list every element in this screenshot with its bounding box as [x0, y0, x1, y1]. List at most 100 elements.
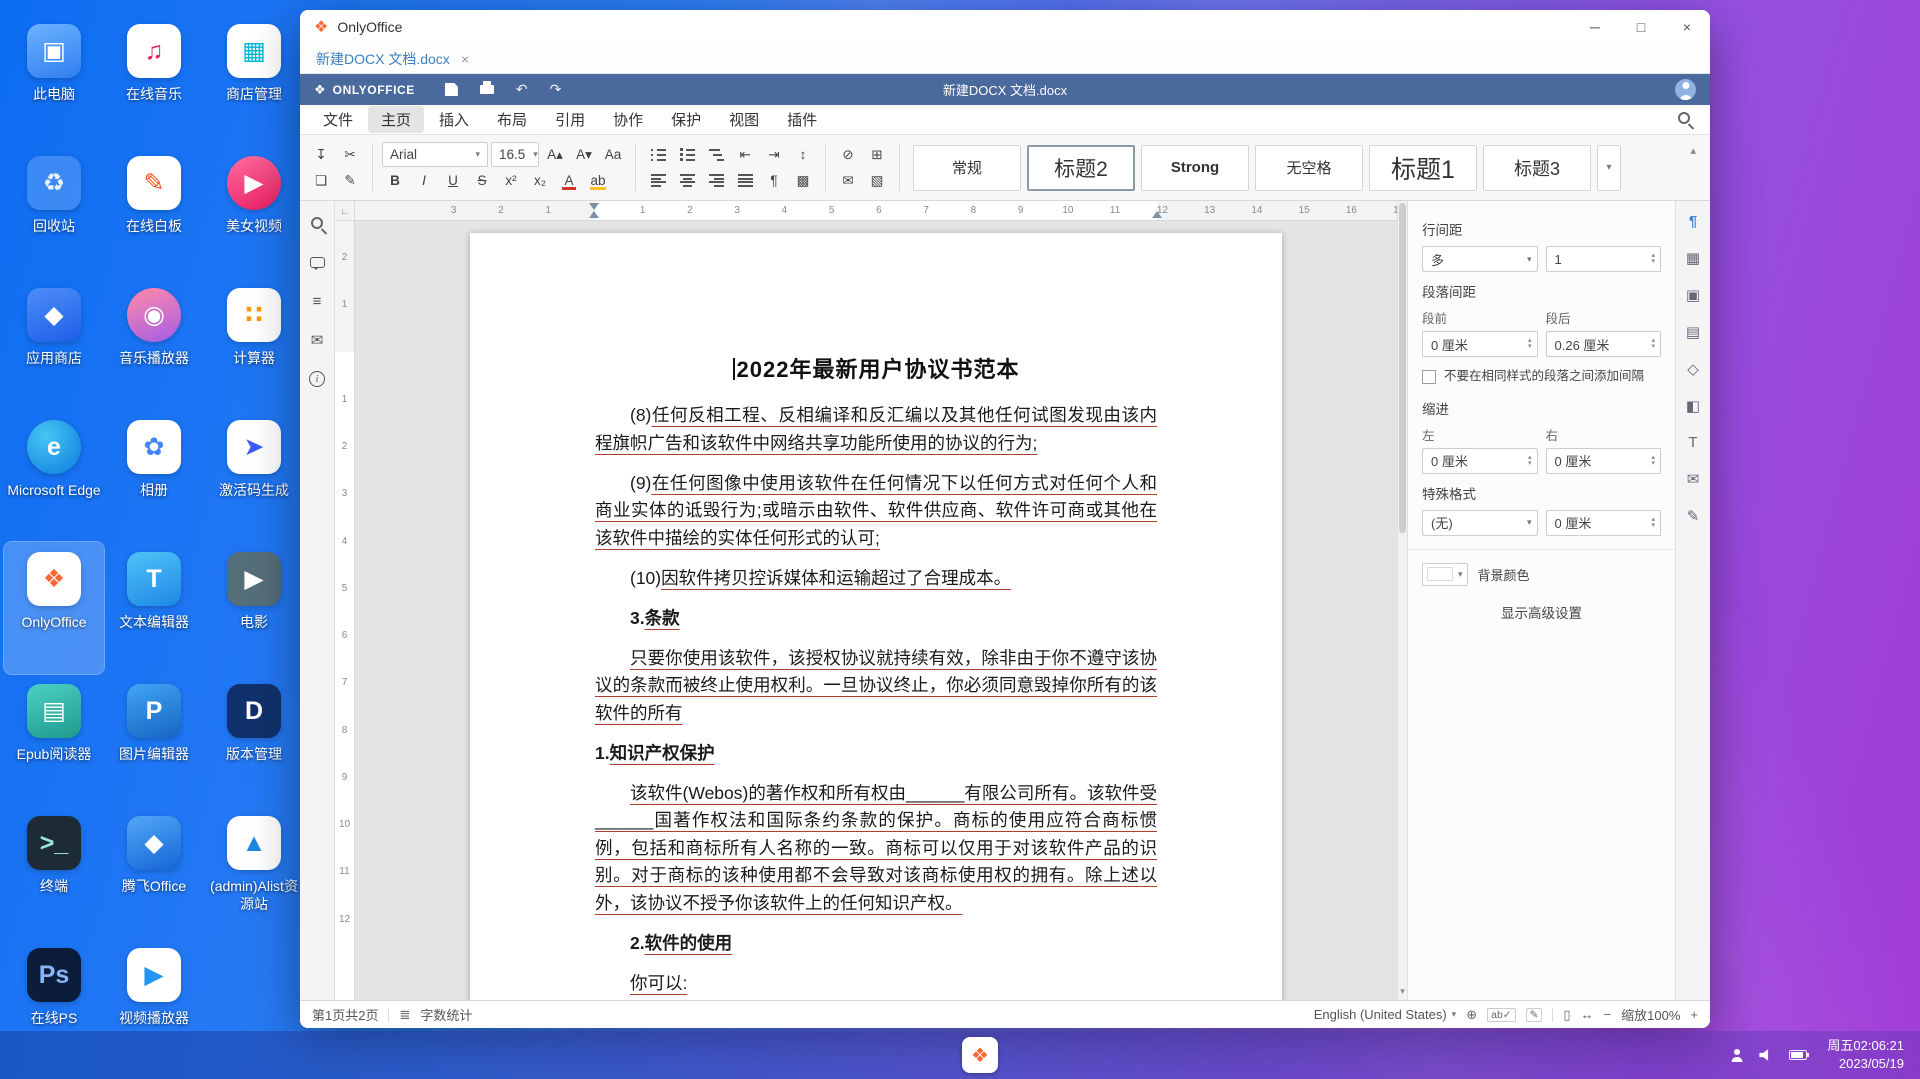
align-center-button[interactable] — [674, 168, 700, 193]
window-titlebar[interactable]: ❖ OnlyOffice ─ □ × — [300, 10, 1710, 44]
style-chip[interactable]: 标题2 — [1027, 145, 1135, 191]
redo-button[interactable]: ↷ — [550, 81, 562, 98]
desktop-icon[interactable]: ▣ 此电脑 — [4, 14, 104, 146]
desktop-icon[interactable]: D 版本管理 — [204, 674, 304, 806]
font-size-select[interactable]: 16.5 ▾ — [491, 142, 539, 167]
ribbon-tab[interactable]: 主页 — [368, 106, 424, 133]
settings-tab-icon[interactable]: ◇ — [1687, 360, 1699, 378]
superscript-button[interactable]: x² — [498, 168, 524, 193]
bold-button[interactable]: B — [382, 168, 408, 193]
copy-button[interactable]: ❏ — [308, 168, 334, 193]
cut-button[interactable]: ✂ — [337, 142, 363, 167]
undo-button[interactable]: ↶ — [516, 81, 528, 98]
settings-tab-icon[interactable]: ▤ — [1686, 323, 1700, 341]
style-chip[interactable]: 无空格 — [1255, 145, 1363, 191]
desktop-icon[interactable]: T 文本编辑器 — [104, 542, 204, 674]
ribbon-tab[interactable]: 文件 — [310, 106, 366, 133]
checkbox[interactable] — [1422, 370, 1436, 384]
indent-left-field[interactable]: 0 厘米 ▴▾ — [1422, 448, 1538, 474]
document-page[interactable]: 2022年最新用户协议书范本 (8)任何反相工程、反相编译和反汇编以及其他任何试… — [470, 233, 1282, 1000]
background-color-picker[interactable]: ▾ — [1422, 563, 1468, 586]
fit-width-button[interactable]: ↔ — [1581, 1007, 1594, 1022]
navigation-button[interactable]: ≡ — [306, 291, 328, 311]
word-count-button[interactable]: 字数统计 — [420, 1005, 472, 1024]
spinner[interactable]: ▴▾ — [1651, 253, 1655, 265]
tray-battery-icon[interactable] — [1789, 1050, 1807, 1060]
copy-style-button[interactable]: ✎ — [337, 168, 363, 193]
desktop-icon[interactable]: e Microsoft Edge — [4, 410, 104, 542]
ribbon-tab[interactable]: 视图 — [716, 106, 772, 133]
line-spacing-select[interactable]: 多 ▾ — [1422, 246, 1538, 272]
style-chip[interactable]: 常规 — [913, 145, 1021, 191]
advanced-settings-link[interactable]: 显示高级设置 — [1422, 602, 1661, 622]
settings-tab-icon[interactable]: T — [1688, 434, 1697, 451]
document-canvas[interactable]: 2022年最新用户协议书范本 (8)任何反相工程、反相编译和反汇编以及其他任何试… — [355, 221, 1397, 1000]
scroll-down-icon[interactable]: ▾ — [1398, 986, 1407, 997]
change-case-button[interactable]: Aa — [600, 142, 626, 167]
search-button[interactable] — [1678, 111, 1690, 129]
ribbon-tab[interactable]: 插件 — [774, 106, 830, 133]
vertical-scrollbar[interactable]: ▾ — [1397, 201, 1407, 1000]
font-name-select[interactable]: Arial ▾ — [382, 142, 488, 167]
style-chip[interactable]: Strong — [1141, 145, 1249, 191]
indent-right-field[interactable]: 0 厘米 ▴▾ — [1546, 448, 1662, 474]
comments-button[interactable] — [306, 252, 328, 272]
spinner[interactable]: ▴▾ — [1528, 455, 1532, 467]
ribbon-tab[interactable]: 引用 — [542, 106, 598, 133]
settings-tab-icon[interactable]: ▣ — [1686, 286, 1700, 304]
paragraph-shading-button[interactable]: ▩ — [790, 168, 816, 193]
decrease-indent-button[interactable]: ⇤ — [732, 142, 758, 167]
same-style-spacing-option[interactable]: 不要在相同样式的段落之间添加间隔 — [1422, 368, 1661, 385]
font-color-button[interactable]: A — [556, 168, 582, 193]
spinner[interactable]: ▴▾ — [1528, 338, 1532, 350]
borders-button[interactable]: ⊞ — [864, 142, 890, 167]
tab-close-icon[interactable]: × — [461, 51, 469, 67]
ribbon-tab[interactable]: 协作 — [600, 106, 656, 133]
desktop-icon[interactable]: >_ 终端 — [4, 806, 104, 938]
desktop-icon[interactable]: ▦ 商店管理 — [204, 14, 304, 146]
nonprinting-chars-button[interactable]: ¶ — [761, 168, 787, 193]
spinner[interactable]: ▴▾ — [1651, 338, 1655, 350]
tray-volume-icon[interactable] — [1759, 1049, 1773, 1061]
desktop-icon[interactable]: ♫ 在线音乐 — [104, 14, 204, 146]
desktop-icon[interactable]: ▶ 美女视频 — [204, 146, 304, 278]
clear-style-button[interactable]: ⊘ — [835, 142, 861, 167]
user-avatar[interactable] — [1675, 79, 1696, 100]
document-tab[interactable]: 新建DOCX 文档.docx × — [316, 49, 469, 69]
settings-tab-icon[interactable]: ¶ — [1689, 213, 1697, 230]
tray-user-icon[interactable] — [1730, 1049, 1743, 1062]
taskbar-clock[interactable]: 周五02:06:21 2023/05/19 — [1827, 1037, 1904, 1072]
justify-button[interactable] — [732, 168, 758, 193]
increase-indent-button[interactable]: ⇥ — [761, 142, 787, 167]
bullet-list-button[interactable] — [645, 142, 671, 167]
align-left-button[interactable] — [645, 168, 671, 193]
page-indicator[interactable]: 第1页共2页 — [312, 1005, 378, 1024]
horizontal-ruler[interactable]: 3211234567891011121314151617 — [355, 201, 1397, 221]
spellcheck-button[interactable]: ab✓ — [1487, 1008, 1515, 1022]
special-indent-amount-field[interactable]: 0 厘米 ▴▾ — [1546, 510, 1662, 536]
highlight-color-button[interactable]: ab — [585, 168, 611, 193]
desktop-icon[interactable]: P 图片编辑器 — [104, 674, 204, 806]
line-spacing-button[interactable]: ↕ — [790, 142, 816, 167]
first-line-indent-marker[interactable] — [589, 203, 599, 210]
settings-tab-icon[interactable]: ◧ — [1686, 397, 1700, 415]
multilevel-list-button[interactable] — [703, 142, 729, 167]
desktop-icon[interactable]: ✎ 在线白板 — [104, 146, 204, 278]
spinner[interactable]: ▴▾ — [1651, 517, 1655, 529]
close-button[interactable]: × — [1664, 10, 1710, 44]
feedback-button[interactable]: ✉ — [306, 330, 328, 350]
style-chip[interactable]: 标题3 — [1483, 145, 1591, 191]
strikethrough-button[interactable]: S — [469, 168, 495, 193]
zoom-level[interactable]: 缩放100% — [1621, 1005, 1680, 1024]
fit-page-button[interactable]: ▯ — [1563, 1007, 1570, 1023]
zoom-in-button[interactable]: + — [1690, 1007, 1698, 1022]
line-spacing-value-field[interactable]: 1 ▴▾ — [1546, 246, 1662, 272]
settings-tab-icon[interactable]: ▦ — [1686, 249, 1700, 267]
spacing-after-field[interactable]: 0.26 厘米 ▴▾ — [1546, 331, 1662, 357]
spacing-before-field[interactable]: 0 厘米 ▴▾ — [1422, 331, 1538, 357]
settings-tab-icon[interactable]: ✉ — [1687, 470, 1700, 488]
spinner[interactable]: ▴▾ — [1651, 455, 1655, 467]
style-chip[interactable]: 标题1 — [1369, 145, 1477, 191]
page-color-button[interactable]: ▧ — [864, 168, 890, 193]
desktop-icon[interactable]: ∷ 计算器 — [204, 278, 304, 410]
